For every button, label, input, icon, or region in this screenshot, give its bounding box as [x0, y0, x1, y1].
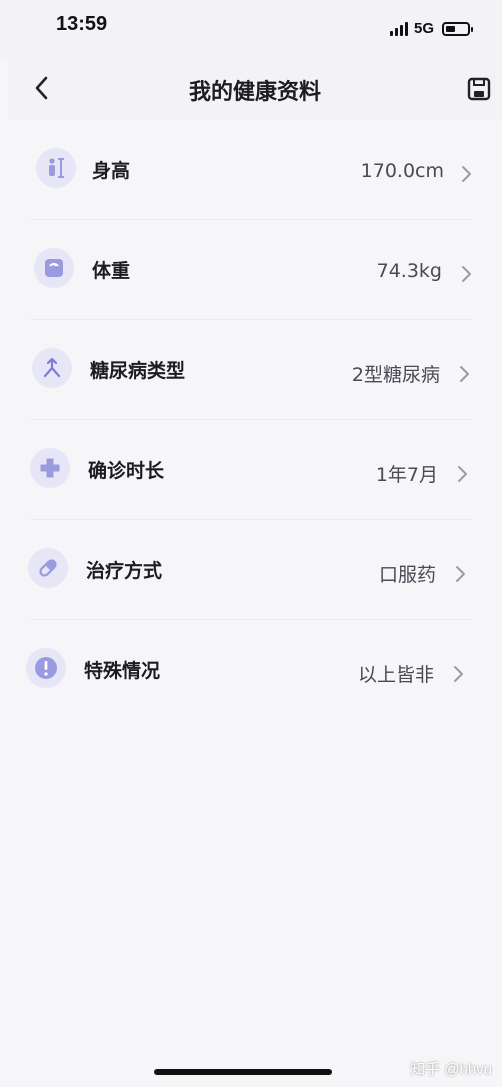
chevron-right-icon [458, 466, 467, 482]
row-value-height: 170.0cm [360, 160, 444, 182]
row-label-height: 身高 [92, 160, 131, 182]
status-time: 13:59 [56, 13, 108, 35]
save-icon[interactable] [466, 76, 492, 102]
row-label-diabetes-type: 糖尿病类型 [90, 360, 186, 382]
row-label-treatment: 治疗方式 [86, 560, 163, 582]
chevron-right-icon [462, 166, 471, 182]
page-title: 我的健康资料 [188, 80, 321, 105]
battery-icon [442, 21, 473, 36]
merge-arrow-icon [32, 348, 72, 388]
row-value-weight: 74.3kg [376, 260, 442, 282]
row-label-diagnosis-duration: 确诊时长 [88, 460, 165, 482]
chevron-right-icon [460, 366, 469, 382]
row-treatment[interactable]: 治疗方式 口服药 [0, 520, 502, 620]
home-indicator[interactable] [154, 1069, 332, 1075]
signal-icon [389, 21, 408, 36]
row-value-treatment: 口服药 [378, 564, 436, 586]
row-special-conditions[interactable]: 特殊情况 以上皆非 [0, 620, 502, 720]
pill-icon [28, 548, 68, 588]
row-value-diabetes-type: 2型糖尿病 [351, 364, 440, 386]
network-type: 5G [413, 20, 434, 37]
row-value-special-conditions: 以上皆非 [357, 664, 434, 686]
scale-icon [34, 248, 74, 288]
chevron-right-icon [456, 566, 465, 582]
watermark: 知乎 @hhvu [410, 1061, 492, 1078]
row-diabetes-type[interactable]: 糖尿病类型 2型糖尿病 [0, 320, 502, 420]
row-value-diagnosis-duration: 1年7月 [375, 464, 438, 486]
row-label-weight: 体重 [92, 260, 131, 282]
status-indicators: 5G [389, 20, 473, 37]
alert-icon [26, 648, 66, 688]
chevron-right-icon [462, 266, 471, 282]
medical-cross-icon [30, 448, 70, 488]
chevron-right-icon [454, 666, 463, 682]
row-height[interactable]: 身高 170.0cm [0, 120, 502, 220]
row-weight[interactable]: 体重 74.3kg [0, 220, 502, 320]
status-bar: 13:59 5G [0, 0, 502, 60]
row-label-special-conditions: 特殊情况 [84, 660, 161, 682]
navigation-bar: 我的健康资料 [8, 60, 502, 120]
row-diagnosis-duration[interactable]: 确诊时长 1年7月 [0, 420, 502, 520]
health-profile-list: 身高 170.0cm 体重 74.3kg 糖尿病类型 2型糖尿病 确诊时长 1年… [0, 120, 502, 720]
height-icon [36, 148, 76, 188]
